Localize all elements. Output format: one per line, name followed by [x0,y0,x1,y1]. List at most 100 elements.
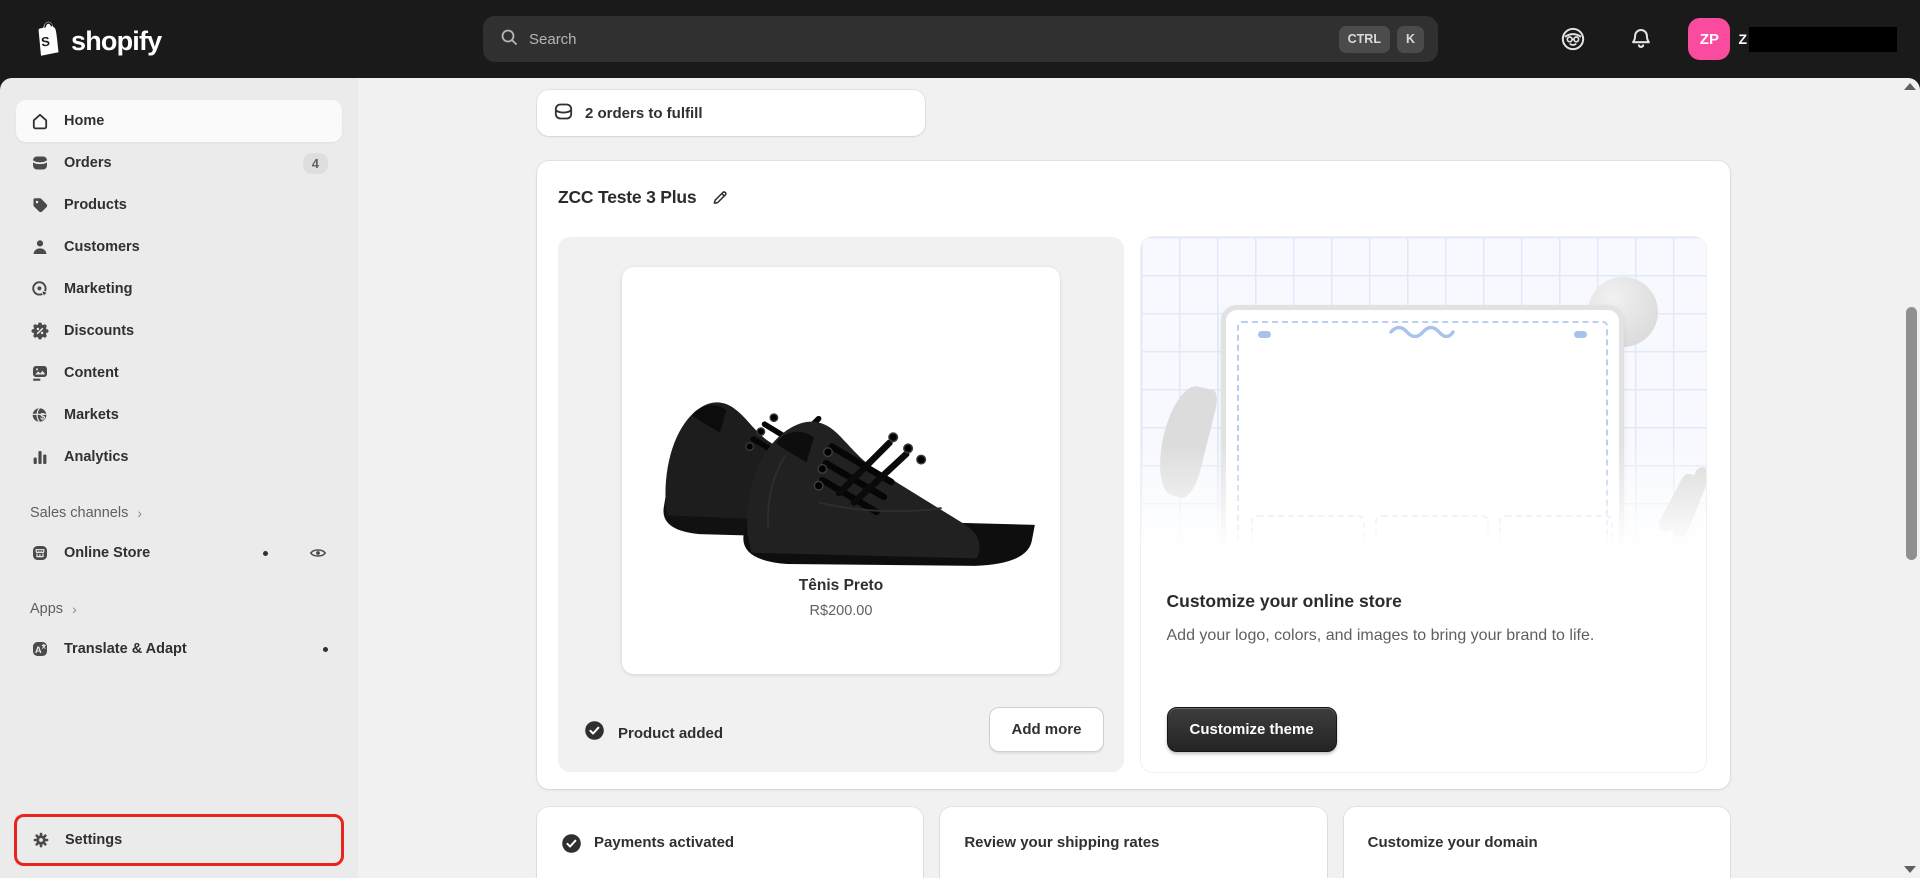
sidebar-label: Home [64,113,105,129]
search-icon [499,27,519,52]
preview-eye-icon[interactable] [308,543,328,563]
kbd-ctrl: CTRL [1338,25,1390,53]
kbd-k: K [1396,25,1424,53]
main-content: 2 orders to fulfill ZCC Teste 3 Plus Tên… [358,78,1920,878]
store-theme-illustration [1140,237,1706,564]
orders-inbox-icon [553,101,574,126]
products-tag-icon [30,195,50,215]
product-preview-card: Tênis Preto R$200.00 [622,267,1060,674]
product-status-row: Product added [584,720,723,746]
sidebar-label: Products [64,197,127,213]
sneakers-product-image [663,402,1035,566]
content-media-icon [30,363,50,383]
check-circle-icon [584,720,605,746]
task-label: Customize your domain [1367,834,1538,851]
markets-globe-icon: $ [30,405,50,425]
check-circle-icon [561,833,582,859]
sidebar-item-online-store[interactable]: Online Store [16,532,342,574]
edit-pencil-icon[interactable] [710,188,730,208]
task-card-payments[interactable]: Payments activated [537,807,924,878]
content-column: 2 orders to fulfill ZCC Teste 3 Plus Tên… [537,78,1730,878]
inbox-face-icon[interactable] [1560,26,1586,52]
shopify-bag-icon: S [28,19,64,64]
shopify-wordmark: shopify [71,26,162,56]
settings-red-annotation-box: Settings [14,814,344,866]
sidebar-item-settings[interactable]: Settings [17,817,341,863]
task-label: Payments activated [594,834,735,851]
illustration-fade [1140,444,1706,564]
product-added-label: Product added [618,724,724,742]
sidebar-label: Translate & Adapt [64,641,187,657]
app-body: Home Orders 4 Products Customers Marketi… [0,78,1920,878]
online-store-notification-dot [263,550,268,556]
sidebar-label: Customers [64,239,140,255]
setup-guide-card: ZCC Teste 3 Plus Tênis Preto R$200.00 Pr… [537,161,1730,789]
sidebar-label: Orders [64,155,112,171]
illustration-dot-right [1574,331,1587,338]
banner-label: 2 orders to fulfill [585,104,703,122]
sidebar-item-customers[interactable]: Customers [16,226,342,268]
product-price: R$200.00 [809,603,873,619]
scrollbar-thumb[interactable] [1906,307,1917,560]
account-avatar[interactable]: ZP [1688,18,1731,60]
sidebar-section-apps[interactable]: Apps › [16,596,342,622]
customize-theme-button[interactable]: Customize theme [1166,707,1337,752]
svg-text:A: A [35,645,42,656]
sidebar-label: Online Store [64,545,151,561]
notifications-bell-icon[interactable] [1628,26,1654,52]
search-input[interactable]: Search CTRL K [483,16,1438,62]
scrollbar-up-arrow[interactable] [1904,83,1916,90]
sidebar-label: Content [64,365,119,381]
add-more-button[interactable]: Add more [989,707,1104,752]
customize-store-panel: Customize your online store Add your log… [1140,237,1706,772]
product-name: Tênis Preto [798,577,884,594]
task-card-shipping[interactable]: Review your shipping rates [940,807,1327,878]
topbar: S shopify Search CTRL K ZP Z [0,0,1920,78]
orders-count-badge: 4 [302,152,328,174]
search-placeholder: Search [529,30,577,48]
home-icon [30,111,50,131]
setup-card-header: ZCC Teste 3 Plus [558,187,1706,208]
sidebar-item-home[interactable]: Home [16,100,342,142]
topbar-right-cluster: ZP Z [1560,0,1897,78]
sidebar-item-markets[interactable]: $ Markets [16,394,342,436]
customize-store-title: Customize your online store [1166,591,1402,611]
store-name-partial: Z [1738,31,1747,47]
task-card-domain[interactable]: Customize your domain [1343,807,1730,878]
shopify-logo[interactable]: S shopify [28,19,162,64]
chevron-right-icon: › [137,505,143,521]
sidebar-item-content[interactable]: Content [16,352,342,394]
task-label: Review your shipping rates [964,834,1160,851]
task-cards-row: Payments activated Review your shipping … [537,807,1730,878]
sidebar-item-marketing[interactable]: Marketing [16,268,342,310]
sidebar-item-discounts[interactable]: Discounts [16,310,342,352]
sidebar: Home Orders 4 Products Customers Marketi… [0,78,358,878]
product-task-panel: Tênis Preto R$200.00 Product added Add m… [558,237,1124,772]
sidebar-item-orders[interactable]: Orders 4 [16,142,342,184]
customize-store-description: Add your logo, colors, and images to bri… [1166,627,1595,644]
sidebar-label: Settings [65,832,123,848]
marketing-target-icon [30,279,50,299]
orders-to-fulfill-banner[interactable]: 2 orders to fulfill [537,90,925,136]
analytics-bars-icon [30,447,50,467]
sidebar-item-products[interactable]: Products [16,184,342,226]
scrollbar-down-arrow[interactable] [1904,866,1916,873]
orders-icon [30,153,50,173]
store-name-redaction-box [1749,26,1897,52]
illustration-dot-left [1257,331,1271,338]
sidebar-label: Analytics [64,449,129,465]
sidebar-section-sales-channels[interactable]: Sales channels › [16,500,342,526]
translate-notification-dot [323,646,328,652]
section-label: Sales channels [30,505,129,521]
sidebar-item-translate-adapt[interactable]: A Translate & Adapt [16,628,342,670]
sidebar-item-analytics[interactable]: Analytics [16,436,342,478]
illustration-squiggle [1389,325,1455,338]
customers-person-icon [30,237,50,257]
chevron-right-icon: › [72,601,77,617]
sidebar-label: Markets [64,407,119,423]
translate-icon: A [30,639,50,659]
setup-grid: Tênis Preto R$200.00 Product added Add m… [558,237,1706,772]
sidebar-label: Discounts [64,323,135,339]
svg-text:$: $ [40,412,45,422]
